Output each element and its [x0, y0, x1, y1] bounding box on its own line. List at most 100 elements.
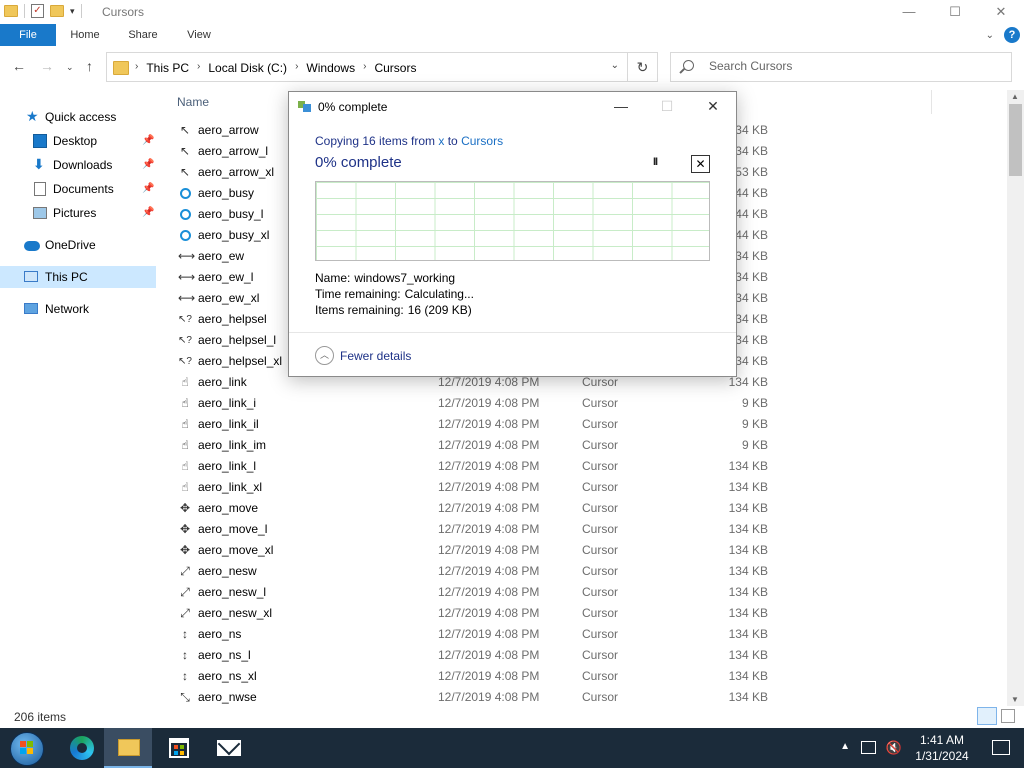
- pin-icon[interactable]: 📌: [142, 202, 154, 224]
- customize-toolbar-icon[interactable]: ▾: [70, 6, 75, 17]
- breadcrumb-this-pc[interactable]: This PC: [146, 61, 189, 75]
- sidebar-item-network[interactable]: Network: [0, 298, 156, 320]
- chevron-right-icon[interactable]: ›: [295, 61, 298, 75]
- pause-button[interactable]: II: [645, 156, 665, 172]
- vertical-scrollbar[interactable]: ▲ ▼: [1007, 90, 1024, 706]
- taskbar-edge[interactable]: [56, 728, 104, 768]
- clock[interactable]: 1:41 AM 1/31/2024: [912, 732, 972, 764]
- network-status-icon[interactable]: [861, 741, 876, 754]
- taskbar-file-explorer[interactable]: [104, 728, 152, 768]
- chevron-right-icon[interactable]: ›: [197, 61, 200, 75]
- detail-items: Items remaining: 16 (209 KB): [315, 302, 474, 318]
- breadcrumb-local-disk[interactable]: Local Disk (C:): [208, 61, 287, 75]
- show-hidden-icons-icon[interactable]: ▲: [840, 741, 850, 752]
- sidebar-item-quick-access[interactable]: ★ Quick access: [0, 106, 156, 128]
- hand-cursor-icon: ☝: [181, 459, 189, 473]
- pin-icon[interactable]: 📌: [142, 154, 154, 176]
- copy-mid: to: [444, 134, 462, 148]
- file-name: aero_ns_l: [198, 648, 251, 662]
- file-type: Cursor: [582, 627, 619, 641]
- sidebar-item-this-pc[interactable]: This PC: [0, 266, 156, 288]
- sidebar-item-pictures[interactable]: Pictures 📌: [0, 202, 156, 224]
- notifications-icon[interactable]: [992, 740, 1010, 755]
- table-row[interactable]: ↕ aero_ns_xl 12/7/2019 4:08 PM Cursor 134 KB: [156, 666, 776, 687]
- new-folder-icon[interactable]: [50, 5, 64, 17]
- clock-date: 1/31/2024: [915, 749, 969, 763]
- file-name: aero_link_i: [198, 396, 257, 410]
- search-box[interactable]: [670, 52, 1012, 82]
- pin-icon[interactable]: 📌: [142, 178, 154, 200]
- taskbar-mail[interactable]: [204, 728, 252, 768]
- table-row[interactable]: ☝ aero_link_im 12/7/2019 4:08 PM Cursor 9 KB: [156, 435, 776, 456]
- minimize-button[interactable]: —: [886, 0, 932, 24]
- tab-home[interactable]: Home: [60, 24, 110, 46]
- table-row[interactable]: ✥ aero_move_xl 12/7/2019 4:08 PM Cursor 134 …: [156, 540, 776, 561]
- column-header-name[interactable]: Name: [177, 95, 209, 109]
- table-row[interactable]: ☝ aero_link_il 12/7/2019 4:08 PM Cursor 9 KB: [156, 414, 776, 435]
- expand-ribbon-icon[interactable]: ⌄: [986, 30, 994, 41]
- up-arrow-icon[interactable]: ↑: [86, 58, 93, 74]
- toolbar-separator: [80, 4, 82, 18]
- transfer-speed-graph: [315, 181, 710, 261]
- breadcrumb-cursors[interactable]: Cursors: [374, 61, 416, 75]
- chevron-right-icon[interactable]: ›: [363, 61, 366, 75]
- maximize-button[interactable]: ☐: [932, 0, 978, 24]
- item-count: 206 items: [14, 710, 67, 724]
- chevron-down-icon[interactable]: ⌄: [611, 60, 619, 71]
- file-date-modified: 12/7/2019 4:08 PM: [438, 459, 540, 473]
- hand-bold-cursor-icon: ☝: [181, 417, 189, 431]
- pictures-icon: [33, 207, 47, 219]
- properties-icon[interactable]: ✓: [31, 4, 44, 18]
- forward-arrow-icon[interactable]: →: [40, 58, 54, 74]
- close-button[interactable]: ✕: [978, 0, 1024, 24]
- detail-time: Time remaining: Calculating...: [315, 286, 474, 302]
- refresh-button[interactable]: ↻: [628, 52, 658, 82]
- table-row[interactable]: ⤢ aero_nesw_l 12/7/2019 4:08 PM Cursor 134 K…: [156, 582, 776, 603]
- breadcrumb-windows[interactable]: Windows: [306, 61, 355, 75]
- destination-link[interactable]: Cursors: [461, 134, 503, 148]
- recent-locations-icon[interactable]: ⌄: [66, 62, 74, 73]
- file-name: aero_ew_xl: [198, 291, 260, 305]
- taskbar-store[interactable]: [154, 728, 202, 768]
- start-button[interactable]: [2, 728, 50, 768]
- scrollbar-thumb[interactable]: [1009, 104, 1022, 176]
- chevron-right-icon[interactable]: ›: [135, 61, 138, 75]
- table-row[interactable]: ✥ aero_move_l 12/7/2019 4:08 PM Cursor 134 K…: [156, 519, 776, 540]
- scroll-down-icon[interactable]: ▼: [1011, 695, 1019, 704]
- details-view-icon[interactable]: [977, 707, 997, 725]
- table-row[interactable]: ↕ aero_ns_l 12/7/2019 4:08 PM Cursor 134 KB: [156, 645, 776, 666]
- tab-view[interactable]: View: [176, 24, 222, 46]
- table-row[interactable]: ✥ aero_move 12/7/2019 4:08 PM Cursor 134 KB: [156, 498, 776, 519]
- hand-cursor-icon: ☝: [181, 480, 189, 494]
- dialog-minimize-button[interactable]: —: [598, 92, 644, 121]
- column-divider[interactable]: [931, 90, 932, 114]
- pin-icon[interactable]: 📌: [142, 130, 154, 152]
- table-row[interactable]: ⤢ aero_nesw 12/7/2019 4:08 PM Cursor 134 KB: [156, 561, 776, 582]
- sidebar-item-desktop[interactable]: Desktop 📌: [0, 130, 156, 152]
- sidebar-item-downloads[interactable]: ⬇ Downloads 📌: [0, 154, 156, 176]
- table-row[interactable]: ↕ aero_ns 12/7/2019 4:08 PM Cursor 134 KB: [156, 624, 776, 645]
- search-input[interactable]: [709, 59, 999, 73]
- dialog-divider: [289, 332, 736, 333]
- large-icons-view-icon[interactable]: [1001, 709, 1015, 723]
- help-icon[interactable]: ?: [1004, 27, 1020, 43]
- table-row[interactable]: ⤡ aero_nwse 12/7/2019 4:08 PM Cursor 134 KB: [156, 687, 776, 708]
- dialog-close-button[interactable]: ✕: [690, 92, 736, 121]
- back-arrow-icon[interactable]: ←: [12, 58, 26, 74]
- transfer-details: Name: windows7_working Time remaining: Cal…: [315, 270, 474, 318]
- sidebar-item-documents[interactable]: Documents 📌: [0, 178, 156, 200]
- table-row[interactable]: ⤢ aero_nesw_xl 12/7/2019 4:08 PM Cursor 134 …: [156, 603, 776, 624]
- volume-muted-icon[interactable]: 🔇: [886, 740, 902, 756]
- tab-share[interactable]: Share: [118, 24, 168, 46]
- file-name: aero_link_im: [198, 438, 267, 452]
- address-bar[interactable]: › This PC › Local Disk (C:) › Windows › …: [106, 52, 628, 82]
- sidebar-item-onedrive[interactable]: OneDrive: [0, 234, 156, 256]
- table-row[interactable]: ☝ aero_link_i 12/7/2019 4:08 PM Cursor 9 KB: [156, 393, 776, 414]
- cancel-button[interactable]: ✕: [691, 155, 710, 173]
- detail-value: windows7_working: [354, 271, 456, 285]
- table-row[interactable]: ☝ aero_link_xl 12/7/2019 4:08 PM Cursor 134 …: [156, 477, 776, 498]
- sidebar-item-label: Quick access: [45, 110, 117, 124]
- table-row[interactable]: ☝ aero_link_l 12/7/2019 4:08 PM Cursor 134 K…: [156, 456, 776, 477]
- tab-file[interactable]: File: [0, 24, 56, 46]
- scroll-up-icon[interactable]: ▲: [1011, 92, 1019, 101]
